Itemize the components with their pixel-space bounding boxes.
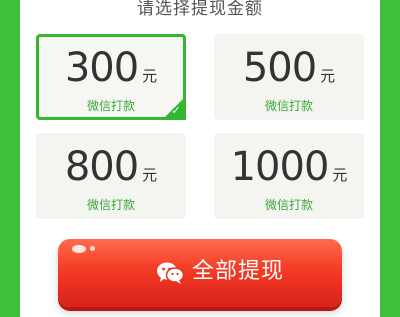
button-highlight-dot xyxy=(90,246,95,251)
withdraw-all-label: 全部提现 xyxy=(192,259,285,284)
button-highlight xyxy=(72,245,86,253)
payout-method: 微信打款 xyxy=(264,99,313,113)
check-icon: ✓ xyxy=(171,104,181,117)
amount-option-500[interactable]: 500 元 微信打款 xyxy=(214,34,364,120)
amount-value: 1000 xyxy=(230,144,330,190)
amount-unit: 元 xyxy=(332,166,348,184)
amount-value: 800 xyxy=(64,144,139,190)
amount-option-800[interactable]: 800 元 微信打款 xyxy=(36,133,186,219)
amount-value: 500 xyxy=(242,45,317,91)
amount-unit: 元 xyxy=(142,166,158,184)
amount-option-1000[interactable]: 1000 元 微信打款 xyxy=(214,133,364,219)
amount-option-300[interactable]: 300 元 微信打款 ✓ xyxy=(36,34,186,120)
wechat-icon xyxy=(157,262,184,284)
amount-unit: 元 xyxy=(320,67,336,85)
page-title: 请选择提现金额 xyxy=(137,0,263,19)
withdraw-all-button[interactable]: 全部提现 xyxy=(58,239,342,307)
withdraw-panel: 请选择提现金额 300 元 微信打款 ✓ 500 元 微信打款 800 元 微信打款 … xyxy=(20,0,380,317)
payout-method: 微信打款 xyxy=(264,198,313,212)
payout-method: 微信打款 xyxy=(86,198,135,212)
amount-value: 300 xyxy=(64,45,139,91)
amount-unit: 元 xyxy=(142,67,158,85)
